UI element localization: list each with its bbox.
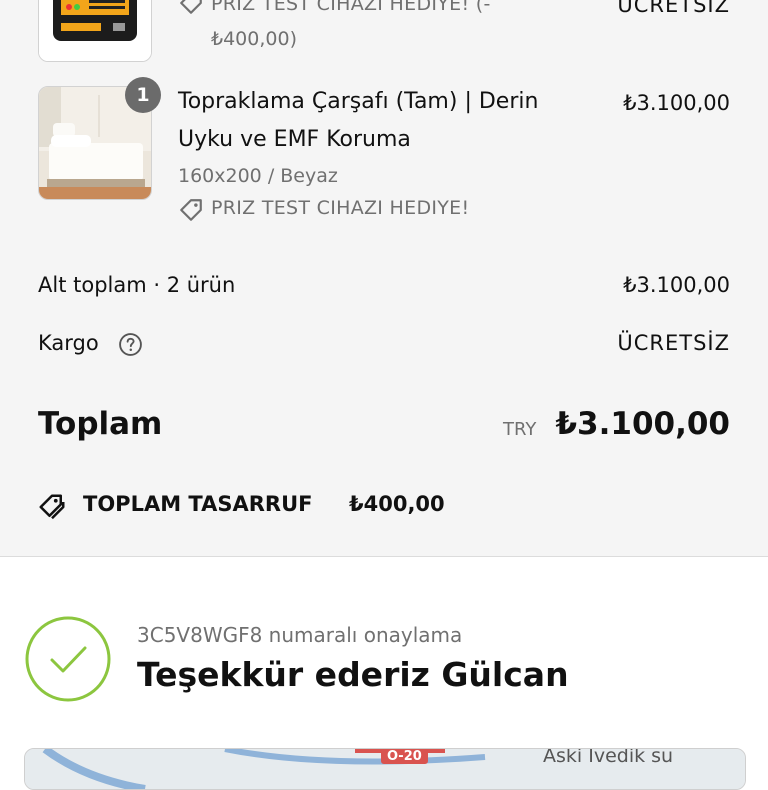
road-label: O-20 bbox=[381, 749, 428, 764]
discount-tag-icon bbox=[178, 0, 204, 20]
discount-tag-icon bbox=[178, 197, 204, 227]
check-icon bbox=[25, 616, 111, 702]
order-summary-panel: PRIZ TEST CIHAZI HEDIYE! (- ₺400,00) ÜCR… bbox=[0, 0, 768, 557]
map-preview[interactable]: O-20 Aski İvedik su bbox=[24, 748, 746, 790]
item-discount-text: PRIZ TEST CIHAZI HEDIYE! bbox=[211, 197, 470, 219]
savings-label: TOPLAM TASARRUF bbox=[83, 492, 313, 516]
help-circle-icon[interactable] bbox=[118, 332, 143, 361]
subtotal-label: Alt toplam · 2 ürün bbox=[38, 273, 236, 297]
total-label: Toplam bbox=[38, 406, 163, 442]
item-title: Topraklama Çarşafı (Tam) | Derin bbox=[178, 89, 539, 114]
shipping-value: ÜCRETSİZ bbox=[617, 331, 730, 355]
thank-you-heading: Teşekkür ederiz Gülcan bbox=[137, 655, 569, 694]
savings-tag-icon bbox=[37, 492, 67, 526]
shipping-label: Kargo bbox=[38, 331, 99, 355]
item-discount-text: PRIZ TEST CIHAZI HEDIYE! (- bbox=[211, 0, 491, 15]
subtotal-value: ₺3.100,00 bbox=[623, 273, 730, 297]
item-price: ÜCRETSİZ bbox=[617, 0, 730, 17]
item-variant: 160x200 / Beyaz bbox=[178, 165, 338, 187]
savings-value: ₺400,00 bbox=[349, 492, 445, 516]
total-currency: TRY bbox=[503, 419, 537, 440]
map-place-label: Aski İvedik su bbox=[543, 748, 674, 767]
total-value: ₺3.100,00 bbox=[555, 406, 730, 442]
item-price: ₺3.100,00 bbox=[623, 91, 730, 115]
item-title-cont: Uyku ve EMF Koruma bbox=[178, 127, 411, 152]
quantity-badge: 1 bbox=[125, 77, 161, 113]
confirmation-number: 3C5V8WGF8 numaralı onaylama bbox=[137, 623, 463, 647]
item-discount-text-cont: ₺400,00) bbox=[211, 28, 297, 50]
product-image-tester bbox=[38, 0, 152, 62]
